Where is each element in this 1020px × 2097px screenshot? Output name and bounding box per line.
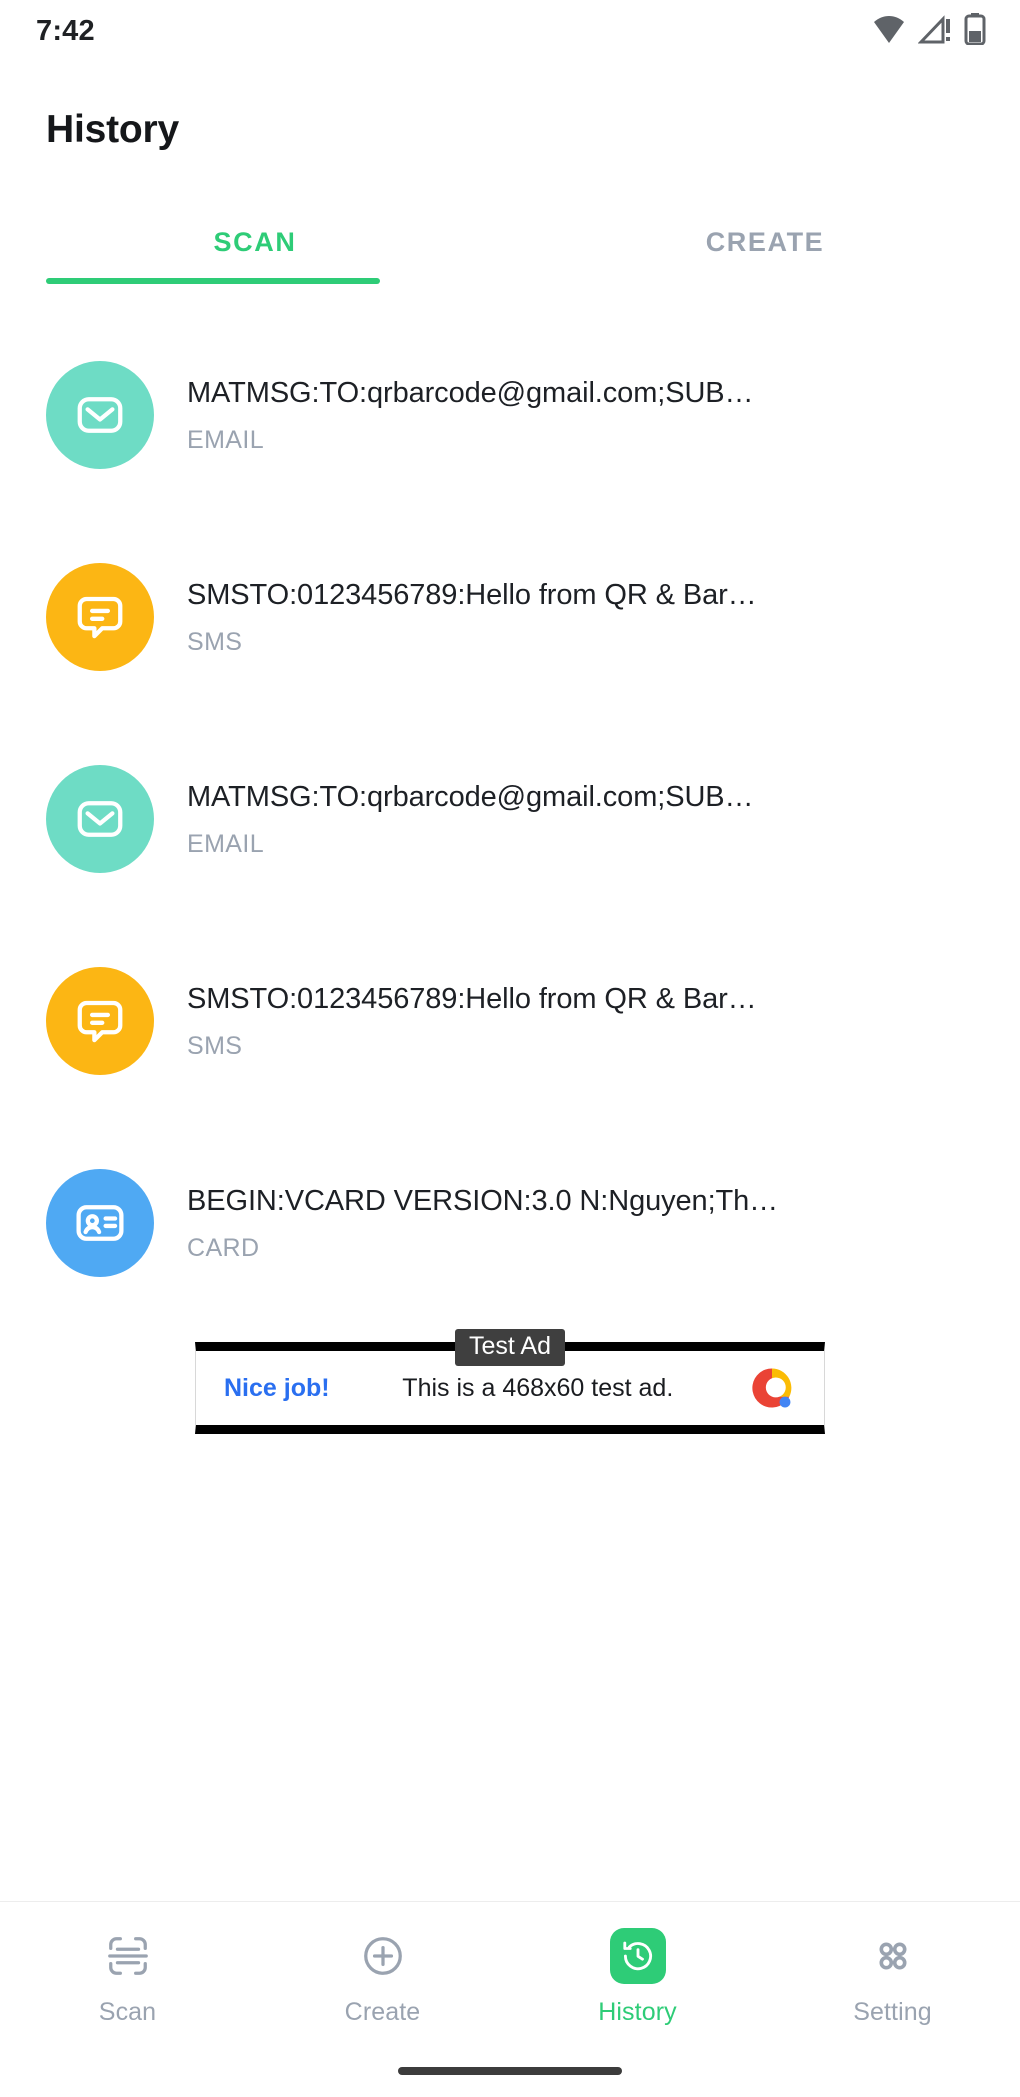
scan-frame-icon (100, 1928, 156, 1984)
tab-create[interactable]: CREATE (510, 200, 1020, 284)
list-item-type: EMAIL (187, 829, 265, 858)
wifi-icon (872, 14, 906, 49)
plus-circle-icon (355, 1928, 411, 1984)
list-item-title: MATMSG:TO:qrbarcode@gmail.com;SUB… (187, 377, 754, 410)
status-bar: 7:42 (0, 0, 1020, 62)
list-item[interactable]: MATMSG:TO:qrbarcode@gmail.com;SUB… EMAIL (0, 718, 1020, 920)
message-bubble-icon (46, 967, 154, 1075)
status-icons (872, 12, 986, 50)
list-item-title: SMSTO:0123456789:Hello from QR & Bar… (187, 983, 757, 1016)
list-item[interactable]: BEGIN:VCARD VERSION:3.0 N:Nguyen;Th… CAR… (0, 1122, 1020, 1324)
list-item[interactable]: MATMSG:TO:qrbarcode@gmail.com;SUB… EMAIL (0, 314, 1020, 516)
nav-label-scan: Scan (98, 1998, 157, 2026)
page-title: History (46, 108, 179, 151)
list-item-title: MATMSG:TO:qrbarcode@gmail.com;SUB… (187, 781, 754, 814)
nav-label-create: Create (344, 1998, 421, 2026)
ad-banner[interactable]: Test Ad Nice job! This is a 468x60 test … (195, 1329, 825, 1434)
bottom-navigation: Scan Create History Setting (0, 1901, 1020, 2097)
nav-item-scan[interactable]: Scan (0, 1928, 255, 2027)
nav-item-setting[interactable]: Setting (765, 1928, 1020, 2027)
message-bubble-icon (46, 563, 154, 671)
contact-card-icon (46, 1169, 154, 1277)
history-clock-icon (609, 1928, 666, 1984)
ad-test-badge: Test Ad (455, 1329, 565, 1366)
nav-active-badge (609, 1928, 666, 1984)
tab-bar: SCAN CREATE (0, 200, 1020, 284)
envelope-icon (46, 361, 154, 469)
list-item-text: BEGIN:VCARD VERSION:3.0 N:Nguyen;Th… CAR… (187, 1183, 990, 1262)
tab-scan[interactable]: SCAN (0, 200, 510, 284)
tab-active-indicator (46, 278, 380, 284)
nav-label-setting: Setting (853, 1998, 932, 2026)
home-indicator (398, 2067, 622, 2075)
ad-banner-container: Test Ad Nice job! This is a 468x60 test … (0, 1329, 1020, 1434)
nav-label-history: History (598, 1998, 677, 2026)
envelope-icon (46, 765, 154, 873)
ad-body-text: This is a 468x60 test ad. (402, 1373, 674, 1402)
ad-link[interactable]: Nice job! (224, 1374, 330, 1403)
list-item-type: SMS (187, 1031, 243, 1060)
battery-icon (964, 12, 986, 50)
history-list: MATMSG:TO:qrbarcode@gmail.com;SUB… EMAIL… (0, 284, 1020, 1324)
list-item-type: CARD (187, 1233, 260, 1262)
list-item-type: SMS (187, 627, 243, 656)
status-time: 7:42 (36, 14, 95, 47)
list-item-text: MATMSG:TO:qrbarcode@gmail.com;SUB… EMAIL (187, 779, 990, 858)
list-item-title: SMSTO:0123456789:Hello from QR & Bar… (187, 579, 757, 612)
list-item-title: BEGIN:VCARD VERSION:3.0 N:Nguyen;Th… (187, 1185, 779, 1218)
list-item[interactable]: SMSTO:0123456789:Hello from QR & Bar… SM… (0, 516, 1020, 718)
cellular-no-signal-icon (917, 14, 952, 49)
list-item-text: MATMSG:TO:qrbarcode@gmail.com;SUB… EMAIL (187, 375, 990, 454)
list-item-type: EMAIL (187, 425, 265, 454)
list-item-text: SMSTO:0123456789:Hello from QR & Bar… SM… (187, 981, 990, 1060)
list-item-text: SMSTO:0123456789:Hello from QR & Bar… SM… (187, 577, 990, 656)
admob-logo-icon (746, 1362, 798, 1414)
list-item[interactable]: SMSTO:0123456789:Hello from QR & Bar… SM… (0, 920, 1020, 1122)
nav-item-history[interactable]: History (510, 1928, 765, 2027)
grid-dots-icon (865, 1928, 921, 1984)
nav-item-create[interactable]: Create (255, 1928, 510, 2027)
